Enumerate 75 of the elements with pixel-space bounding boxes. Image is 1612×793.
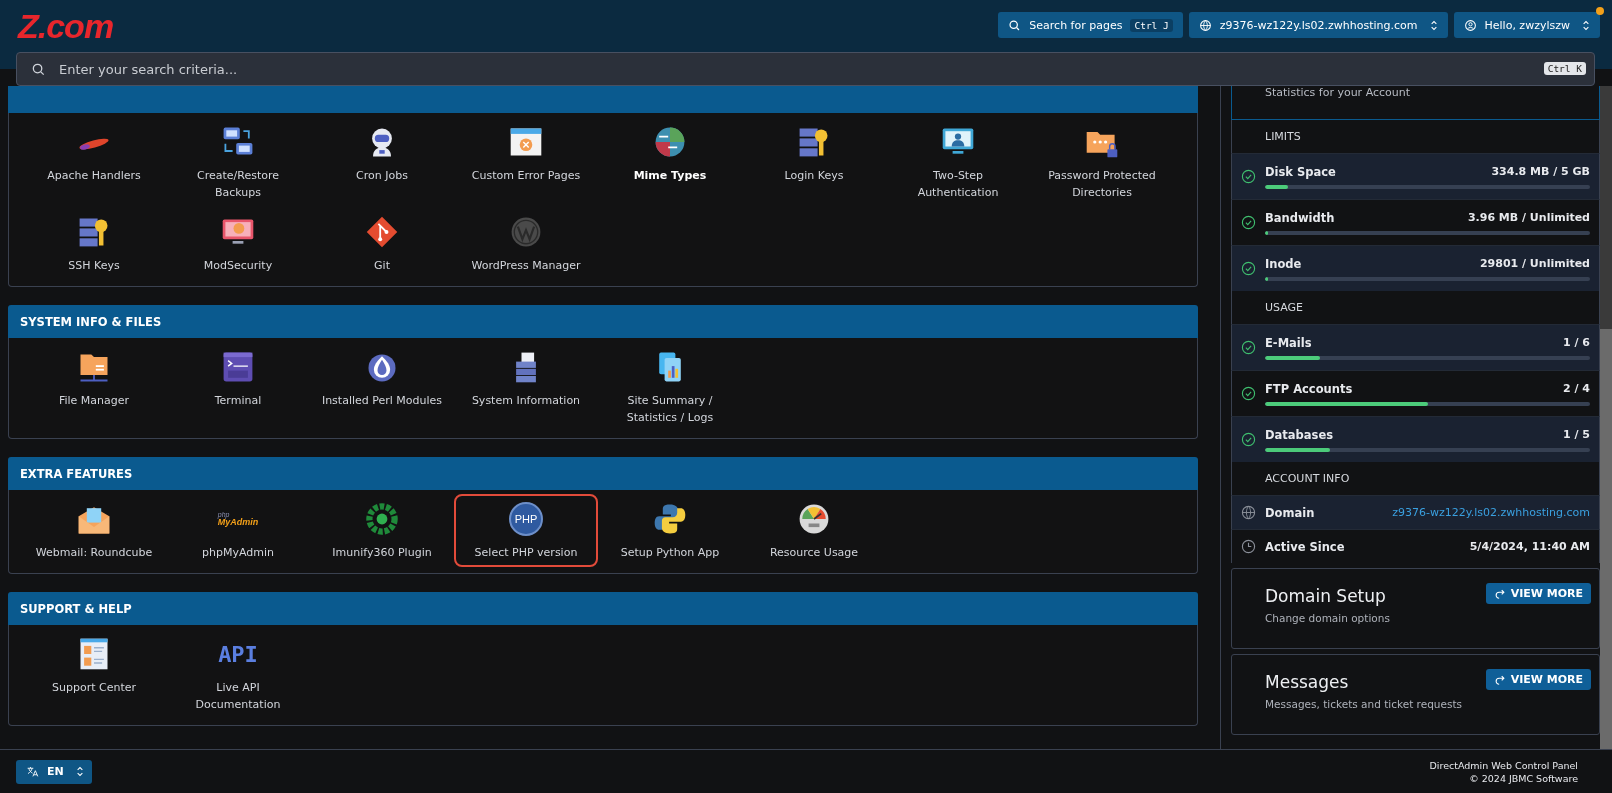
highlighted-tool-tile[interactable]: PHP Select PHP version	[454, 494, 598, 567]
tool-tile[interactable]: Apache Handlers	[22, 117, 166, 207]
domain-link[interactable]: z9376-wz122y.ls02.zwhhosting.com	[1392, 506, 1590, 519]
chevron-icon	[1582, 19, 1590, 31]
footer-text: © 2024 JBMC Software	[1469, 771, 1578, 785]
shortcut-key: Ctrl J	[1130, 18, 1173, 32]
stat-label: Disk Space	[1265, 164, 1336, 179]
chevron-icon	[1429, 19, 1438, 31]
logo: API	[218, 641, 258, 667]
stat-value: 1 / 6	[1563, 336, 1590, 349]
tool-tile[interactable]: Installed Perl Modules	[310, 342, 454, 432]
tool-tile[interactable]: Git	[310, 207, 454, 280]
stat-label: Domain	[1265, 505, 1315, 520]
tool-tile[interactable]: Terminal	[166, 342, 310, 432]
stat-value: 29801 / Unlimited	[1479, 257, 1590, 270]
card-title: Domain Setup	[1265, 586, 1387, 606]
tool-tile[interactable]: Password Protected Directories	[1030, 117, 1174, 207]
user-icon	[1463, 18, 1477, 32]
search-icon	[1008, 18, 1022, 32]
tool-tile[interactable]: Two-Step Authentication	[886, 117, 1030, 207]
tool-tile[interactable]: Resource Usage	[742, 494, 886, 567]
section-title: SYSTEM INFO & FILES	[20, 314, 162, 329]
tool-tile[interactable]: API Live API Documentation	[166, 629, 310, 719]
tool-tile[interactable]: Cron Jobs	[310, 117, 454, 207]
stat-value: 5/4/2024, 11:40 AM	[1469, 540, 1590, 553]
view-more-button[interactable]: VIEW MORE	[1485, 669, 1591, 690]
tool-tile[interactable]: Support Center	[22, 629, 166, 719]
host-select[interactable]: z9376-wz122y.ls02.zwhhosting.com	[1188, 12, 1448, 38]
stat-value: 2 / 4	[1563, 382, 1590, 395]
stat-value: 3.96 MB / Unlimited	[1467, 211, 1590, 224]
round-logo: PHP	[509, 502, 543, 536]
tool-tile[interactable]: Custom Error Pages	[454, 117, 598, 207]
shortcut-key: Ctrl K	[1543, 62, 1586, 75]
search-icon	[31, 62, 46, 77]
scrollbar[interactable]	[1600, 86, 1612, 749]
tool-tile[interactable]: Create/Restore Backups	[166, 117, 310, 207]
tool-tile[interactable]: Site Summary / Statistics / Logs	[598, 342, 742, 432]
chevron-icon	[75, 766, 84, 777]
redo-arrow-icon	[1493, 587, 1506, 600]
stat-label: FTP Accounts	[1265, 381, 1353, 396]
card-subtitle: Change domain options	[1265, 612, 1390, 624]
card-title: Messages	[1265, 672, 1350, 692]
language-select[interactable]: EN	[16, 759, 92, 784]
redo-arrow-icon	[1493, 673, 1506, 686]
stat-label: Inode	[1265, 256, 1302, 271]
tool-tile[interactable]: Imunify360 Plugin	[310, 494, 454, 567]
section-title: EXTRA FEATURES	[20, 466, 133, 481]
tool-tile[interactable]: Mime Types	[598, 117, 742, 207]
globe-icon	[1198, 18, 1212, 32]
stat-label: Bandwidth	[1265, 210, 1335, 225]
view-more-button[interactable]: VIEW MORE	[1485, 583, 1591, 604]
search-pages-button[interactable]: Search for pages Ctrl J	[998, 12, 1183, 38]
wreath-icon	[364, 501, 400, 537]
tool-tile[interactable]: Setup Python App	[598, 494, 742, 567]
stat-label: E-Mails	[1265, 335, 1312, 350]
panel-subtitle: Statistics for your Account	[1265, 86, 1412, 99]
tool-tile[interactable]: Login Keys	[742, 117, 886, 207]
tool-tile[interactable]: Webmail: Roundcube	[22, 494, 166, 567]
tool-tile[interactable]: ModSecurity	[166, 207, 310, 280]
footer-text: DirectAdmin Web Control Panel	[1429, 758, 1578, 772]
stat-label: Active Since	[1265, 539, 1345, 554]
user-menu-button[interactable]: Hello, zwzylszw	[1453, 12, 1600, 38]
stat-value: 1 / 5	[1563, 428, 1590, 441]
stat-value: 334.8 MB / 5 GB	[1491, 165, 1590, 178]
tool-tile[interactable]: WordPress Manager	[454, 207, 598, 280]
section-title: SUPPORT & HELP	[20, 601, 132, 616]
globe-icon	[1241, 505, 1256, 520]
tool-tile[interactable]: SSH Keys	[22, 207, 166, 280]
tool-tile[interactable]: File Manager	[22, 342, 166, 432]
stat-label: Databases	[1265, 427, 1334, 442]
card-subtitle: Messages, tickets and ticket requests	[1265, 698, 1462, 710]
scrollbar-thumb[interactable]	[1600, 329, 1612, 749]
clock-icon	[1241, 539, 1256, 554]
translate-icon	[26, 765, 39, 778]
tool-tile[interactable]: System Information	[454, 342, 598, 432]
